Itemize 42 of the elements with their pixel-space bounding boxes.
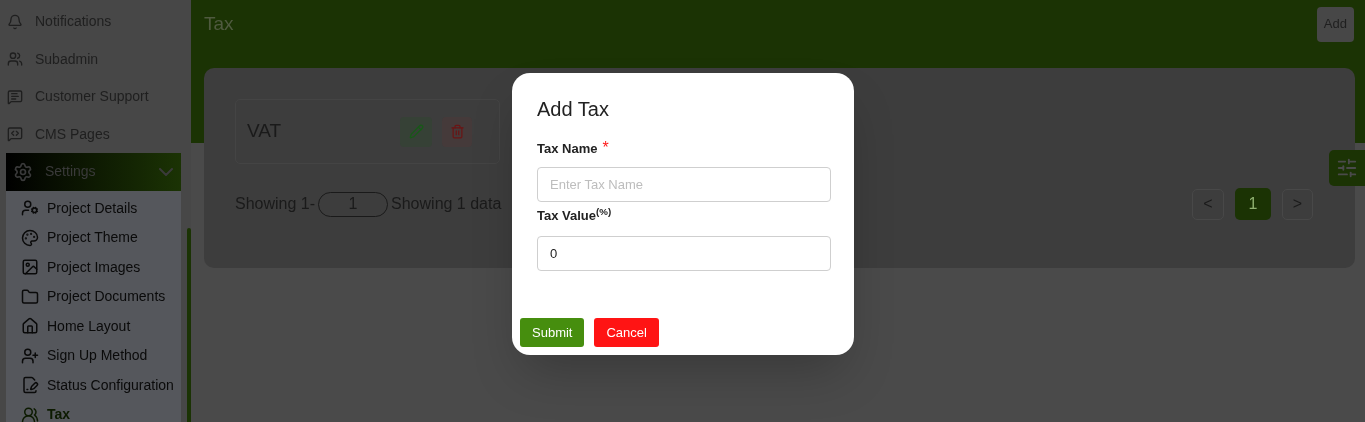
sidebar-item[interactable]: Project Images <box>6 252 181 282</box>
home-icon <box>21 317 39 336</box>
image-icon <box>21 258 39 277</box>
submit-button[interactable]: Submit <box>520 318 585 347</box>
next-page-button[interactable]: > <box>1282 188 1313 220</box>
folder-icon <box>21 287 39 306</box>
sidebar-item[interactable]: Home Layout <box>6 311 181 341</box>
sliders-icon <box>1336 157 1358 179</box>
code-chat-icon <box>7 126 23 143</box>
bell-icon <box>7 13 23 30</box>
dialog-title: Add Tax <box>537 97 610 122</box>
filter-button[interactable] <box>1329 150 1365 186</box>
chat-icon <box>7 88 23 105</box>
sidebar-item[interactable]: Tax <box>6 400 181 422</box>
users-icon <box>21 405 39 422</box>
page-button[interactable]: 1 <box>1235 188 1271 220</box>
scrollbar[interactable] <box>187 228 191 422</box>
sidebar-item[interactable]: Project Theme <box>6 223 181 253</box>
sidebar-item[interactable]: Project Documents <box>6 282 181 312</box>
sidebar-item[interactable]: Project Details <box>6 193 181 223</box>
user-plus-icon <box>21 346 39 365</box>
sidebar-item[interactable]: Settings <box>6 153 181 191</box>
document-icon <box>21 376 39 395</box>
trash-icon <box>449 124 465 139</box>
gear-icon <box>13 161 33 182</box>
page-title: Tax <box>204 11 234 36</box>
sidebar-item[interactable]: Status Configuration <box>6 370 181 400</box>
text-field[interactable]: 0 <box>537 236 831 271</box>
required-mark: * <box>602 139 609 157</box>
field-label: Tax Name <box>537 140 598 158</box>
sidebar-item[interactable]: Sign Up Method <box>6 341 181 371</box>
user-gear-icon <box>21 199 39 218</box>
chevron-icon <box>159 167 173 176</box>
previous-page-button[interactable]: < <box>1192 188 1224 220</box>
users-icon <box>7 51 23 68</box>
edit-button[interactable] <box>400 116 432 147</box>
field-label: Tax Value$^{(%)}$ <box>537 206 612 225</box>
text-field[interactable]: Enter Tax Name <box>537 167 831 202</box>
delete-button[interactable] <box>442 116 472 147</box>
cancel-button[interactable]: Cancel <box>594 318 659 347</box>
palette-icon <box>21 228 39 247</box>
pencil-icon <box>408 124 424 139</box>
